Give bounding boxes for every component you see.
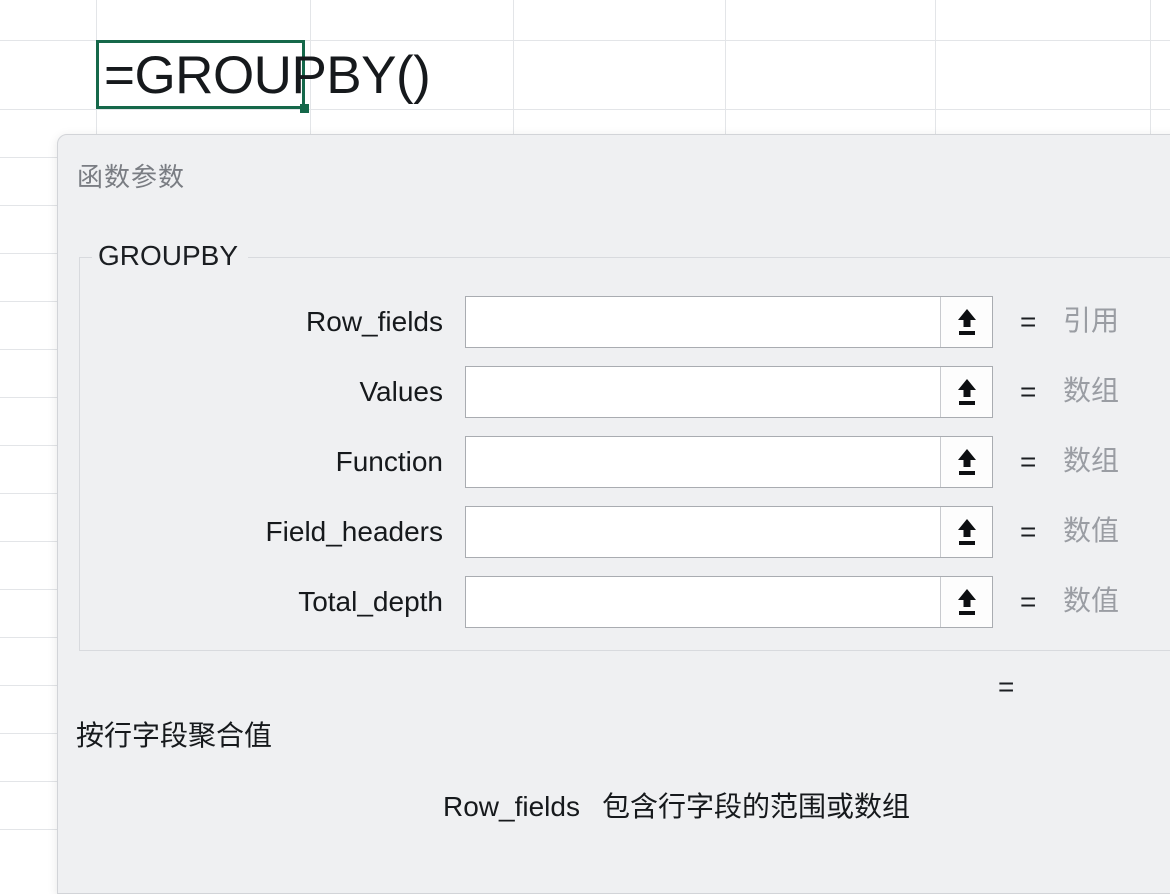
function-input[interactable] — [466, 437, 940, 487]
collapse-range-icon — [954, 307, 980, 337]
argument-input-wrapper[interactable] — [465, 436, 993, 488]
argument-label-row-fields: Row_fields — [306, 306, 443, 337]
argument-label-total-depth: Total_depth — [298, 586, 443, 617]
collapse-range-icon — [954, 517, 980, 547]
argument-row: Values = 数组 — [80, 366, 1170, 422]
collapse-range-button-total-depth[interactable] — [940, 577, 992, 627]
groupbox-label: GROUPBY — [92, 239, 249, 273]
argument-equals-sign: = — [1020, 586, 1037, 617]
argument-type-row-fields: 引用 — [1063, 305, 1120, 336]
collapse-range-button-field-headers[interactable] — [940, 507, 992, 557]
argument-type-total-depth: 数值 — [1063, 585, 1120, 616]
active-cell-formula-text: =GROUPBY() — [104, 46, 431, 105]
argument-input-wrapper[interactable] — [465, 296, 993, 348]
argument-equals-sign: = — [1020, 446, 1037, 477]
collapse-range-icon — [954, 377, 980, 407]
collapse-range-button-function[interactable] — [940, 437, 992, 487]
argument-row: Field_headers = 数值 — [80, 506, 1170, 562]
collapse-range-icon — [954, 587, 980, 617]
argument-equals-sign: = — [1020, 516, 1037, 547]
argument-input-wrapper[interactable] — [465, 366, 993, 418]
function-description: 按行字段聚合值 — [76, 720, 273, 751]
argument-input-wrapper[interactable] — [465, 506, 993, 558]
argument-row: Total_depth = 数值 — [80, 576, 1170, 632]
argument-type-values: 数组 — [1063, 375, 1120, 406]
argument-row: Function = 数组 — [80, 436, 1170, 492]
collapse-range-button-values[interactable] — [940, 367, 992, 417]
row-fields-input[interactable] — [466, 297, 940, 347]
argument-label-values: Values — [359, 376, 443, 407]
argument-type-function: 数组 — [1063, 445, 1120, 476]
argument-help-text: Row_fields 包含行字段的范围或数组 — [443, 787, 910, 827]
argument-input-wrapper[interactable] — [465, 576, 993, 628]
argument-label-function: Function — [335, 446, 443, 477]
argument-label-field-headers: Field_headers — [265, 516, 443, 547]
grid-row-line — [0, 109, 1170, 110]
argument-row: Row_fields = 引用 — [80, 296, 1170, 352]
result-equals-sign: = — [998, 671, 1015, 702]
argument-type-field-headers: 数值 — [1063, 515, 1120, 546]
values-input[interactable] — [466, 367, 940, 417]
argument-equals-sign: = — [1020, 306, 1037, 337]
argument-help-name: Row_fields — [443, 791, 580, 822]
field-headers-input[interactable] — [466, 507, 940, 557]
collapse-range-button-row-fields[interactable] — [940, 297, 992, 347]
function-groupbox: GROUPBY Row_fields = 引用 Values = 数组 Func… — [79, 239, 1170, 651]
dialog-title: 函数参数 — [77, 162, 186, 192]
argument-equals-sign: = — [1020, 376, 1037, 407]
total-depth-input[interactable] — [466, 577, 940, 627]
function-arguments-dialog: 函数参数 GROUPBY Row_fields = 引用 Values = 数组… — [57, 134, 1170, 894]
argument-help-description: 包含行字段的范围或数组 — [601, 791, 910, 822]
collapse-range-icon — [954, 447, 980, 477]
